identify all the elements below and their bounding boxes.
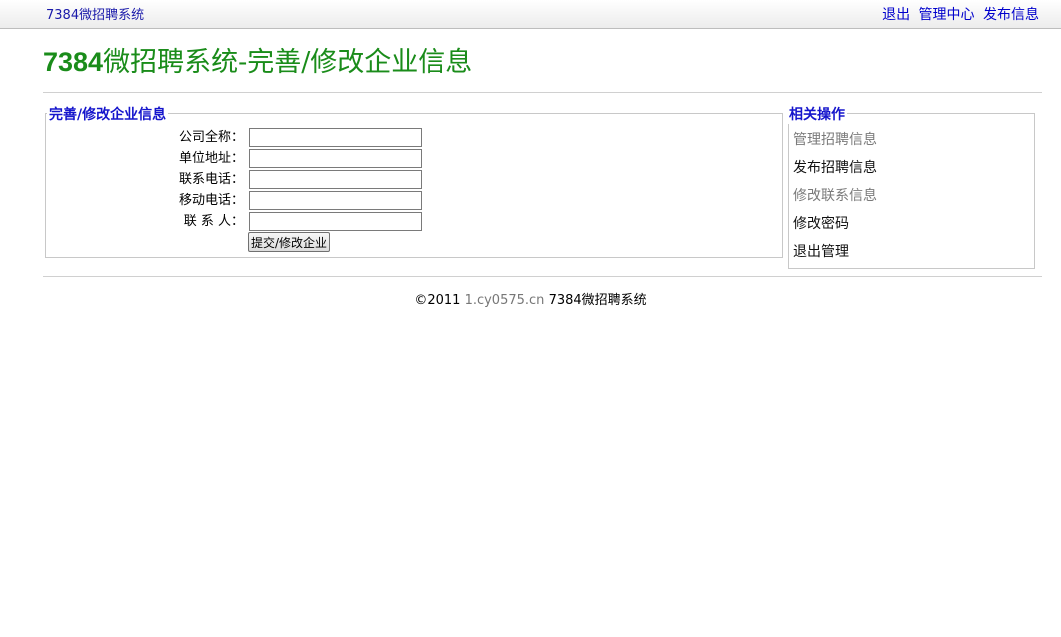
sidebar-item-change-password[interactable]: 修改密码 xyxy=(793,213,877,241)
top-bar: 7384微招聘系统 退出 管理中心 发布信息 xyxy=(0,0,1061,29)
header-divider xyxy=(43,92,1042,93)
phone-label: 联系电话： xyxy=(178,172,244,187)
contact-person-label: 联 系 人： xyxy=(183,214,244,229)
footer-divider xyxy=(43,276,1042,277)
phone-input[interactable] xyxy=(249,170,422,189)
mobile-label: 移动电话： xyxy=(178,193,244,208)
form-row-phone: 联系电话： xyxy=(0,170,244,190)
page-title: 7384微招聘系统-完善/修改企业信息 xyxy=(43,40,472,79)
footer-system-name: 7384微招聘系统 xyxy=(548,293,647,308)
top-nav: 退出 管理中心 发布信息 xyxy=(878,4,1039,24)
footer-host-link[interactable]: 1.cy0575.cn xyxy=(465,293,545,308)
sidebar-item-post-job[interactable]: 发布招聘信息 xyxy=(793,157,877,185)
site-name-link[interactable]: 7384微招聘系统 xyxy=(46,4,144,23)
related-actions-list: 管理招聘信息 发布招聘信息 修改联系信息 修改密码 退出管理 xyxy=(793,129,877,269)
company-name-label: 公司全称： xyxy=(178,130,244,145)
footer-copyright: ©2011 xyxy=(414,293,461,308)
form-row-mobile: 移动电话： xyxy=(0,191,244,211)
logout-link[interactable]: 退出 xyxy=(882,7,910,23)
address-label: 单位地址： xyxy=(178,151,244,166)
post-info-link[interactable]: 发布信息 xyxy=(983,7,1039,23)
mobile-input[interactable] xyxy=(249,191,422,210)
sidebar-item-logout[interactable]: 退出管理 xyxy=(793,241,877,269)
sidebar-item-edit-contact[interactable]: 修改联系信息 xyxy=(793,185,877,213)
company-name-input[interactable] xyxy=(249,128,422,147)
contact-person-input[interactable] xyxy=(249,212,422,231)
form-row-contact: 联 系 人： xyxy=(0,212,244,232)
sidebar-item-manage-jobs[interactable]: 管理招聘信息 xyxy=(793,129,877,157)
submit-company-button[interactable]: 提交/修改企业 xyxy=(248,232,331,252)
admin-center-link[interactable]: 管理中心 xyxy=(919,7,975,23)
related-actions-legend: 相关操作 xyxy=(787,104,847,124)
page-title-text: 微招聘系统-完善/修改企业信息 xyxy=(103,47,473,78)
form-row-company-name: 公司全称： xyxy=(0,128,244,148)
address-input[interactable] xyxy=(249,149,422,168)
form-row-address: 单位地址： xyxy=(0,149,244,169)
company-info-legend: 完善/修改企业信息 xyxy=(47,104,169,124)
page-title-prefix: 7384 xyxy=(43,47,104,77)
footer: ©2011 1.cy0575.cn 7384微招聘系统 xyxy=(0,289,1061,308)
